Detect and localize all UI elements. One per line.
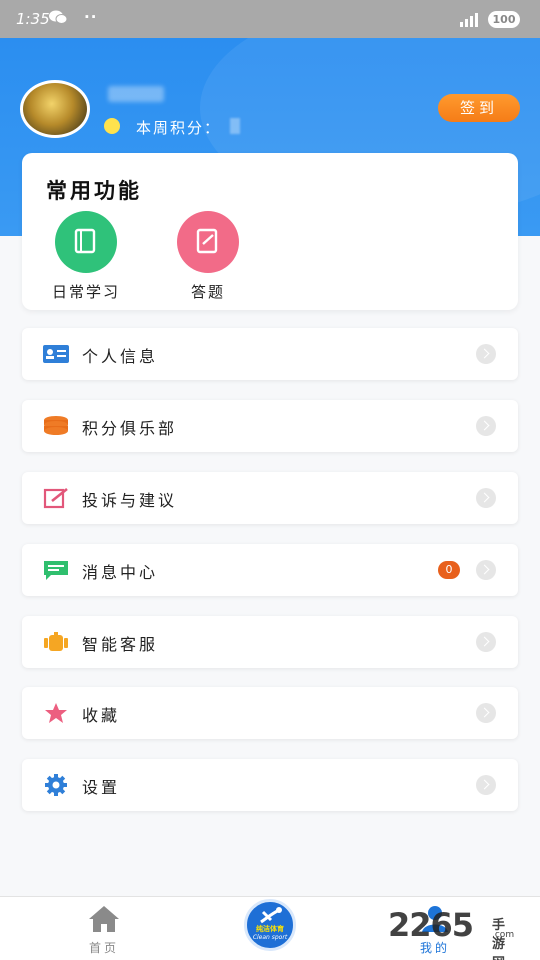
menu-label: 收藏 xyxy=(82,706,121,725)
coins-icon xyxy=(44,416,68,435)
star-icon xyxy=(45,703,67,723)
menu-item-points-club[interactable]: 积分俱乐部 xyxy=(22,400,518,452)
quiz-label: 答题 xyxy=(190,283,225,301)
menu-label: 积分俱乐部 xyxy=(82,419,178,438)
robot-icon xyxy=(44,632,68,651)
status-bar: 1:35 ·· 100 xyxy=(0,0,540,38)
menu-label: 设置 xyxy=(82,778,121,797)
nav-tab-home[interactable]: 首页 xyxy=(74,905,134,957)
watermark-main: 2265 xyxy=(388,906,474,944)
brand-name-cn: 纯洁体育 xyxy=(256,925,284,933)
wechat-icon xyxy=(49,10,68,24)
edit-note-icon xyxy=(196,228,218,254)
signal-icon xyxy=(460,13,478,27)
weekly-points-label: 本周积分： xyxy=(136,119,222,137)
brand-name-en: Clean sport xyxy=(252,934,288,941)
quiz-circle xyxy=(177,211,239,273)
watermark-sub2: .com xyxy=(492,930,515,940)
nav-home-label: 首页 xyxy=(88,941,119,955)
chevron-right-icon xyxy=(476,632,496,652)
nav-center-logo-button[interactable]: 纯洁体育 Clean sport xyxy=(244,899,296,951)
signin-button[interactable]: 签到 xyxy=(438,94,520,122)
battery-indicator: 100 xyxy=(488,11,520,28)
username-blurred xyxy=(108,86,164,102)
menu-label: 消息中心 xyxy=(82,563,159,582)
menu-item-personal-info[interactable]: 个人信息 xyxy=(22,328,518,380)
menu-item-settings[interactable]: 设置 xyxy=(22,759,518,811)
daily-study-button[interactable]: 日常学习 xyxy=(40,211,130,303)
menu-item-smart-service[interactable]: 智能客服 xyxy=(22,616,518,668)
coin-icon xyxy=(104,118,120,134)
chevron-right-icon xyxy=(476,416,496,436)
status-time: 1:35 xyxy=(16,10,50,28)
gear-icon xyxy=(45,774,67,796)
weekly-points-value-blurred xyxy=(230,118,240,134)
menu-item-message-center[interactable]: 消息中心 0 xyxy=(22,544,518,596)
message-icon xyxy=(44,561,68,580)
chevron-right-icon xyxy=(476,703,496,723)
quiz-button[interactable]: 答题 xyxy=(162,211,252,303)
clean-sport-logo-icon xyxy=(260,907,282,924)
site-watermark: 2265 手游网 .com xyxy=(388,906,514,960)
daily-study-circle xyxy=(55,211,117,273)
menu-item-favorites[interactable]: 收藏 xyxy=(22,687,518,739)
common-functions-card: 常用功能 日常学习 答题 xyxy=(22,153,518,310)
daily-study-label: 日常学习 xyxy=(51,283,120,301)
menu-item-feedback[interactable]: 投诉与建议 xyxy=(22,472,518,524)
chevron-right-icon xyxy=(476,344,496,364)
feedback-edit-icon xyxy=(43,487,68,509)
menu-label: 智能客服 xyxy=(82,635,159,654)
avatar[interactable] xyxy=(20,80,90,138)
chevron-right-icon xyxy=(476,488,496,508)
home-icon xyxy=(89,906,119,932)
notification-dots: ·· xyxy=(84,8,98,26)
menu-label: 投诉与建议 xyxy=(82,491,178,510)
unread-count-badge: 0 xyxy=(438,561,460,579)
common-functions-title: 常用功能 xyxy=(46,179,142,203)
id-card-icon xyxy=(43,345,69,363)
chevron-right-icon xyxy=(476,560,496,580)
menu-label: 个人信息 xyxy=(82,347,159,366)
book-icon xyxy=(74,228,96,254)
chevron-right-icon xyxy=(476,775,496,795)
